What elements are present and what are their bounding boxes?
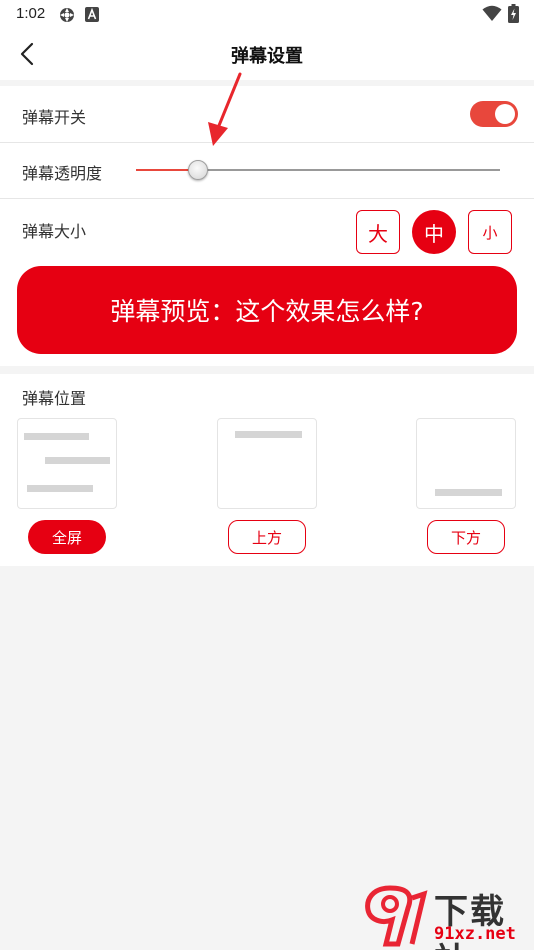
gear-icon [60, 8, 74, 22]
opacity-label: 弹幕透明度 [22, 164, 103, 183]
position-fullscreen-button[interactable]: 全屏 [28, 520, 106, 554]
danmaku-switch-row: 弹幕开关 [0, 86, 534, 142]
opacity-row: 弹幕透明度 [0, 143, 534, 198]
size-medium-button[interactable]: 中 [412, 210, 456, 254]
status-time: 1:02 [16, 5, 46, 22]
app-bar: 弹幕设置 [0, 28, 534, 80]
size-large-button[interactable]: 大 [356, 210, 400, 254]
wifi-icon [482, 5, 502, 21]
danmaku-preview: 弹幕预览：这个效果怎么样? [17, 266, 517, 354]
status-bar: 1:02 [0, 0, 534, 28]
preview-bar [27, 485, 93, 492]
opacity-slider[interactable] [136, 160, 500, 180]
position-top-button[interactable]: 上方 [228, 520, 306, 554]
position-label: 弹幕位置 [22, 389, 87, 408]
page-title: 弹幕设置 [231, 46, 303, 67]
font-a-icon [85, 7, 99, 22]
preview-bar [24, 433, 89, 440]
battery-charging-icon [508, 4, 519, 23]
annotation-arrow-icon [208, 72, 242, 146]
slider-thumb[interactable] [187, 160, 208, 180]
size-label: 弹幕大小 [22, 222, 87, 241]
danmaku-switch-toggle[interactable] [470, 101, 518, 127]
position-bottom-preview[interactable] [416, 418, 516, 509]
watermark-site: 91xz.net [434, 924, 516, 944]
position-bottom-button[interactable]: 下方 [427, 520, 505, 554]
preview-bar [435, 489, 502, 496]
position-top-preview[interactable] [217, 418, 317, 509]
site-watermark: 下载站 91xz.net [362, 882, 534, 950]
danmaku-switch-label: 弹幕开关 [22, 108, 87, 127]
preview-bar [45, 457, 110, 464]
position-fullscreen-preview[interactable] [17, 418, 117, 509]
size-small-button[interactable]: 小 [468, 210, 512, 254]
watermark-logo [365, 885, 428, 947]
toggle-knob [495, 104, 515, 124]
preview-bar [235, 431, 302, 438]
